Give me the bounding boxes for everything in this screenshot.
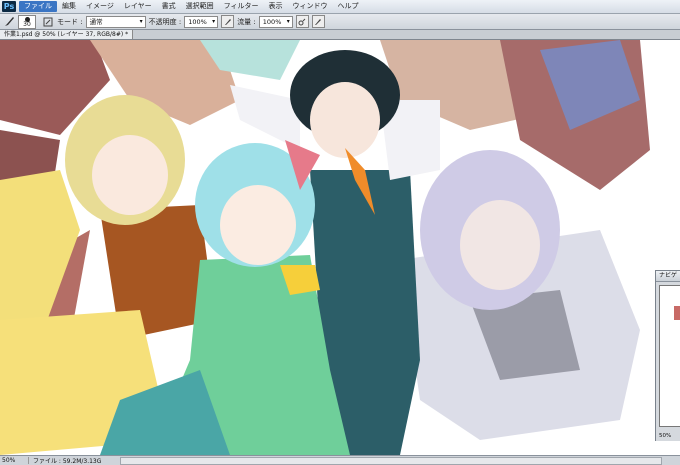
status-zoom[interactable]: 50% (0, 457, 29, 464)
menu-filter[interactable]: フィルター (219, 1, 264, 12)
char3-arm-left (230, 85, 300, 150)
navigator-thumb-shape (674, 306, 680, 320)
char4-face (460, 200, 540, 290)
document-tab[interactable]: 作業1.psd @ 50% (レイヤー 37, RGB/8#) * (0, 30, 134, 39)
menu-layer[interactable]: レイヤー (119, 1, 157, 12)
mode-value: 通常 (89, 17, 103, 26)
photoshop-logo: Ps (2, 1, 16, 12)
menu-file[interactable]: ファイル (19, 1, 57, 12)
brush-panel-icon[interactable] (42, 16, 54, 27)
chevron-down-icon: ▾ (286, 17, 290, 25)
menu-bar: Ps ファイル 編集 イメージ レイヤー 書式 選択範囲 フィルター 表示 ウィ… (0, 0, 680, 14)
navigator-title[interactable]: ナビゲ (656, 271, 680, 282)
chevron-down-icon: ▾ (212, 17, 216, 25)
chevron-down-icon: ▾ (139, 17, 143, 25)
char1-face (92, 135, 168, 215)
pressure-opacity-icon[interactable] (221, 15, 235, 28)
navigator-thumbnail[interactable] (659, 285, 680, 427)
char2-face (220, 185, 296, 265)
opacity-value: 100% (188, 17, 207, 26)
menu-window[interactable]: ウィンドウ (288, 1, 333, 12)
flow-value: 100% (262, 17, 282, 26)
options-bar: 30 モード : 通常 ▾ 不透明度 : 100% ▾ 流量 : 100% ▾ (0, 14, 680, 30)
menu-select[interactable]: 選択範囲 (181, 1, 219, 12)
navigator-zoom: 50% (659, 433, 672, 439)
airbrush-icon[interactable] (295, 15, 309, 28)
mode-select[interactable]: 通常 ▾ (85, 15, 146, 28)
menu-view[interactable]: 表示 (264, 1, 288, 12)
canvas[interactable] (0, 40, 680, 455)
menu-help[interactable]: ヘルプ (333, 1, 364, 12)
flow-label: 流量 : (237, 17, 256, 26)
menu-image[interactable]: イメージ (81, 1, 119, 12)
document-tab-bar: 作業1.psd @ 50% (レイヤー 37, RGB/8#) * (0, 30, 680, 40)
menu-type[interactable]: 書式 (157, 1, 181, 12)
brush-icon[interactable] (3, 16, 15, 27)
brush-size: 30 (23, 20, 31, 28)
navigator-panel: ナビゲ 50% (655, 270, 680, 441)
char3-face (310, 82, 380, 158)
mode-label: モード : (57, 17, 83, 26)
opacity-input[interactable]: 100% ▾ (184, 15, 219, 28)
pressure-size-icon[interactable] (311, 15, 325, 28)
artwork-illustration (0, 40, 650, 455)
menu-edit[interactable]: 編集 (57, 1, 81, 12)
flow-input[interactable]: 100% ▾ (258, 15, 293, 28)
opacity-label: 不透明度 : (148, 17, 182, 26)
brush-preset-picker[interactable]: 30 (18, 14, 36, 29)
